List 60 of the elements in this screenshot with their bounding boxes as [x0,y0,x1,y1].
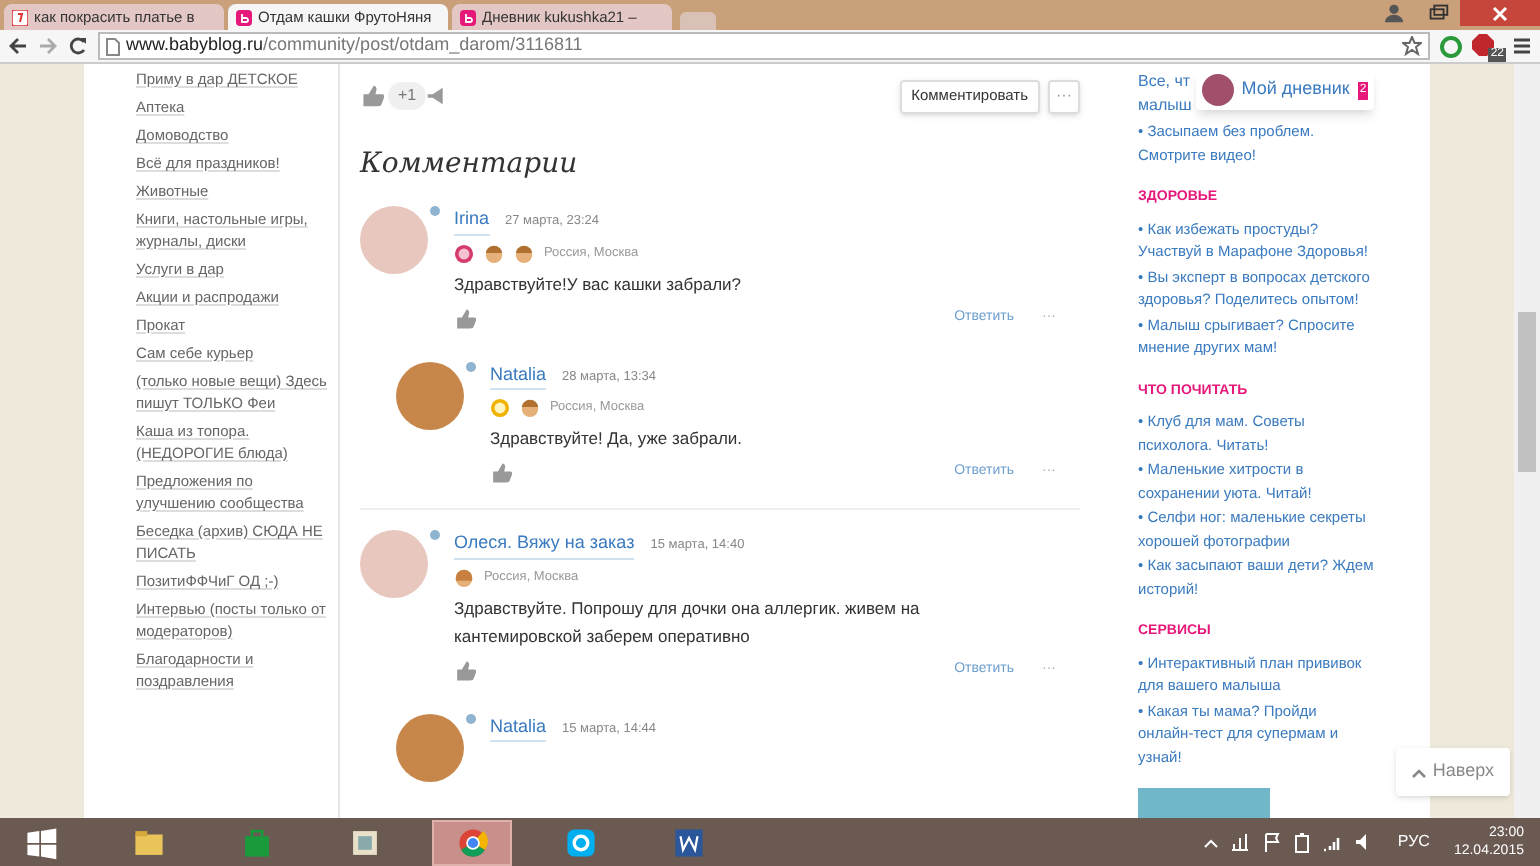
thumbs-up-icon[interactable] [360,84,384,108]
forward-icon[interactable] [38,36,58,56]
article-link[interactable]: Все, чт [1138,70,1192,94]
like-count: +1 [388,82,427,110]
avatar-photo [1201,74,1234,106]
close-icon [1492,5,1508,21]
windows-logo-icon [23,825,57,859]
menu-icon[interactable] [1512,36,1532,56]
child-face-icon [514,243,534,263]
avatar-photo[interactable] [396,361,464,429]
signal-icon[interactable] [1321,832,1342,852]
more-button[interactable]: ··· [1048,79,1080,113]
section-heading: Комментарии [360,146,580,184]
child-face-icon [484,243,504,263]
document-icon [671,825,705,859]
back-to-top-button[interactable]: Наверх [1396,748,1510,796]
close-button[interactable] [1460,0,1540,26]
network-icon[interactable] [1229,832,1250,852]
star-icon[interactable] [1402,36,1422,56]
thumbs-up-icon[interactable] [454,659,476,681]
article-link[interactable]: малыш [1138,94,1192,118]
chevron-up-icon[interactable] [1203,837,1218,847]
author-link[interactable]: Natalia [490,713,547,742]
folder-icon [131,825,165,859]
child-face-icon [520,398,540,418]
address-field[interactable]: www.babyblog.ru/community/post/otdam_darom/3116811 [98,32,1430,60]
megaphone-icon[interactable] [426,86,447,106]
chat-icon [563,825,597,859]
notepad-icon [347,825,381,859]
taskbar-button[interactable] [432,819,512,865]
site-logo-icon [236,9,252,25]
caret-up-icon [1412,767,1427,777]
url-text: www.babyblog.ru/community/post/otdam_darom/3116811 [126,32,585,59]
language-indicator[interactable]: РУС [1397,830,1430,854]
medal-icon [454,243,474,263]
battery-icon[interactable] [1293,831,1310,853]
author-link[interactable]: Олеся. Вяжу на заказ [454,530,635,559]
author-link[interactable]: Irina [454,206,490,235]
reload-icon[interactable] [68,36,88,56]
scrollbar-thumb[interactable] [1518,312,1536,472]
child-face-icon [454,567,474,587]
shopping-bag-icon [239,825,273,859]
comment-text: Здравствуйте!У вас кашки забрали? [454,271,744,297]
browser-icon [455,825,489,859]
flag-icon[interactable] [1261,832,1282,852]
medal-icon [490,398,510,418]
comment-text: Здравствуйте! Да, уже забрали. [490,426,745,452]
scrollbar[interactable] [1514,64,1540,818]
author-link[interactable]: Natalia [490,361,547,390]
page-icon [106,37,120,55]
site-logo-icon [460,9,476,25]
extension-icon[interactable] [1440,35,1462,57]
stop-sign-icon[interactable] [1472,34,1494,56]
site-icon [12,9,28,25]
comment-text: Здравствуйте. Попрошу для дочки она аллергик. живем на кантемировской заберем оперативно [454,595,922,649]
diary-link[interactable]: Мой дневник [1241,76,1350,104]
thumbs-up-icon[interactable] [490,462,512,484]
thumbs-up-icon[interactable] [454,307,476,329]
back-icon[interactable] [8,36,28,56]
avatar-photo[interactable] [396,713,464,781]
